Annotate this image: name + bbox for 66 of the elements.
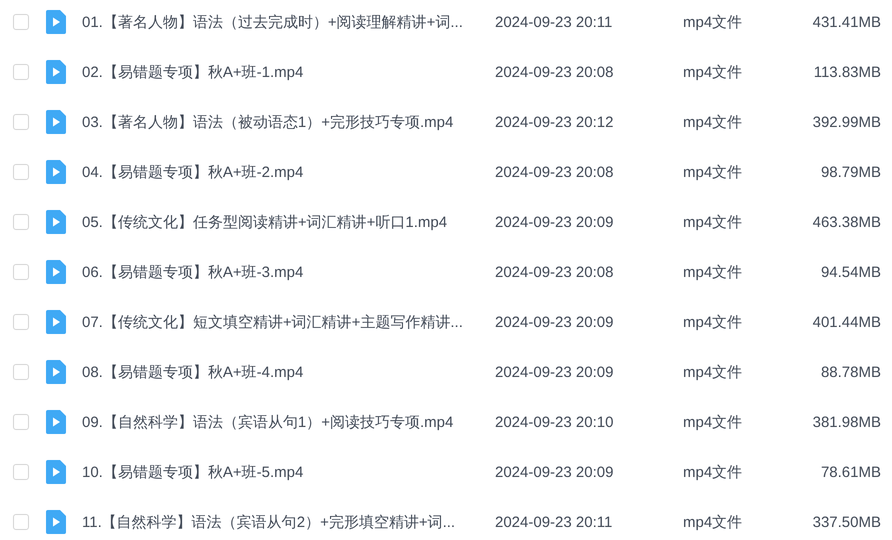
file-name[interactable]: 09.【自然科学】语法（宾语从句1）+阅读技巧专项.mp4 [82,412,495,432]
video-file-icon [46,410,66,434]
file-name[interactable]: 01.【著名人物】语法（过去完成时）+阅读理解精讲+词... [82,12,495,32]
file-type: mp4文件 [683,362,744,382]
checkbox[interactable] [13,514,29,530]
file-type: mp4文件 [683,212,744,232]
checkbox[interactable] [13,364,29,380]
file-size: 431.41MB [812,14,881,30]
file-size: 94.54MB [820,264,881,280]
file-name[interactable]: 04.【易错题专项】秋A+班-2.mp4 [82,162,495,182]
checkbox[interactable] [13,264,29,280]
modified-date: 2024-09-23 20:08 [495,64,614,80]
modified-date: 2024-09-23 20:11 [495,514,614,530]
file-size: 337.50MB [812,514,881,530]
modified-date: 2024-09-23 20:09 [495,214,614,230]
checkbox[interactable] [13,64,29,80]
checkbox[interactable] [13,164,29,180]
checkbox[interactable] [13,314,29,330]
checkbox[interactable] [13,114,29,130]
checkbox[interactable] [13,214,29,230]
modified-date: 2024-09-23 20:08 [495,164,614,180]
checkbox[interactable] [13,14,29,30]
file-name[interactable]: 10.【易错题专项】秋A+班-5.mp4 [82,462,495,482]
video-file-icon [46,260,66,284]
file-size: 381.98MB [812,414,881,430]
file-size: 88.78MB [820,364,881,380]
file-name[interactable]: 11.【自然科学】语法（宾语从句2）+完形填空精讲+词... [82,512,495,532]
video-file-icon [46,60,66,84]
video-file-icon [46,310,66,334]
file-size: 98.79MB [820,164,881,180]
modified-date: 2024-09-23 20:11 [495,14,614,30]
file-type: mp4文件 [683,12,744,32]
video-file-icon [46,210,66,234]
file-name[interactable]: 03.【著名人物】语法（被动语态1）+完形技巧专项.mp4 [82,112,495,132]
modified-date: 2024-09-23 20:09 [495,464,614,480]
file-type: mp4文件 [683,512,744,532]
video-file-icon [46,10,66,34]
file-type: mp4文件 [683,112,744,132]
file-name[interactable]: 05.【传统文化】任务型阅读精讲+词汇精讲+听口1.mp4 [82,212,495,232]
video-file-icon [46,160,66,184]
file-type: mp4文件 [683,412,744,432]
video-file-icon [46,360,66,384]
file-size: 392.99MB [812,114,881,130]
file-type: mp4文件 [683,462,744,482]
checkbox[interactable] [13,464,29,480]
modified-date: 2024-09-23 20:09 [495,364,614,380]
file-size: 113.83MB [812,64,881,80]
checkbox[interactable] [13,414,29,430]
video-file-icon [46,110,66,134]
file-size: 401.44MB [812,314,881,330]
file-name[interactable]: 07.【传统文化】短文填空精讲+词汇精讲+主题写作精讲... [82,312,495,332]
modified-date: 2024-09-23 20:10 [495,414,614,430]
file-name[interactable]: 02.【易错题专项】秋A+班-1.mp4 [82,62,495,82]
file-type: mp4文件 [683,312,744,332]
file-name[interactable]: 08.【易错题专项】秋A+班-4.mp4 [82,362,495,382]
file-type: mp4文件 [683,62,744,82]
video-file-icon [46,510,66,534]
video-file-icon [46,460,66,484]
file-type: mp4文件 [683,262,744,282]
file-size: 78.61MB [820,464,881,480]
modified-date: 2024-09-23 20:08 [495,264,614,280]
modified-date: 2024-09-23 20:12 [495,114,614,130]
file-name[interactable]: 06.【易错题专项】秋A+班-3.mp4 [82,262,495,282]
modified-date: 2024-09-23 20:09 [495,314,614,330]
file-type: mp4文件 [683,162,744,182]
file-size: 463.38MB [812,214,881,230]
